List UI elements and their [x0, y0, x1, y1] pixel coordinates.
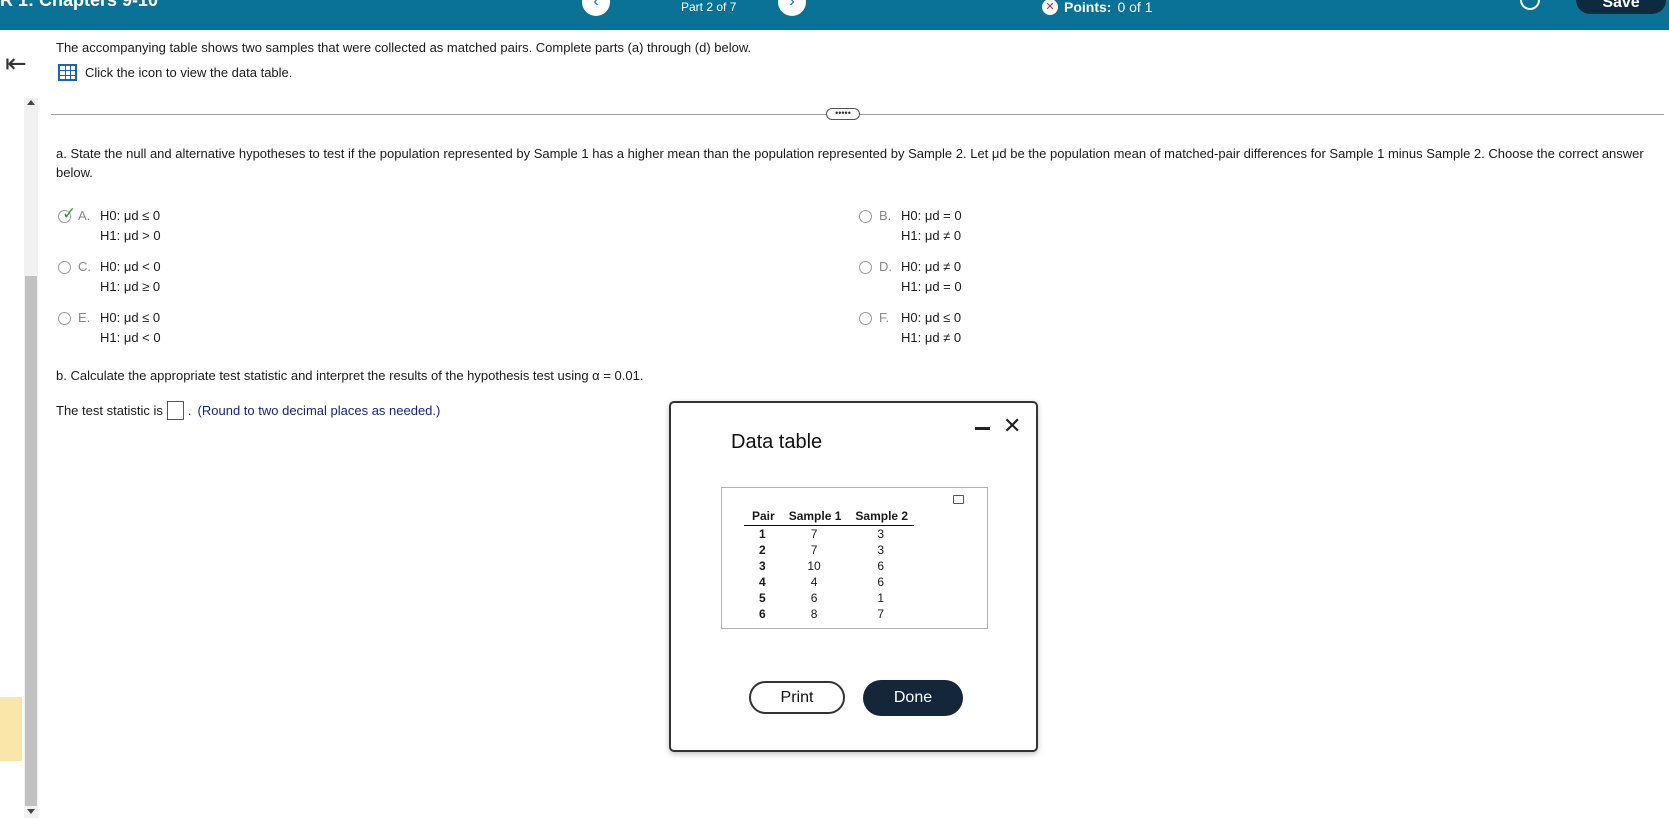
top-bar: R 1: Chapters 9-10 ‹ Part 2 of 7 › ✕ Poi…	[0, 0, 1669, 30]
data-table: Pair Sample 1 Sample 2 1 7 3 2 7 3 3 10 …	[744, 508, 915, 622]
column-header-pair: Pair	[744, 508, 781, 526]
sample-1-cell: 7	[810, 526, 818, 541]
radio-f[interactable]	[859, 312, 872, 325]
question-intro: The accompanying table shows two samples…	[56, 40, 752, 55]
table-header-row: Pair Sample 1 Sample 2	[744, 508, 915, 526]
table-row: 6 8 7	[744, 606, 914, 622]
choice-null-hypothesis: H0: μd = 0	[901, 208, 962, 223]
sample-1-cell: 4	[810, 574, 818, 589]
sample-1-cell: 6	[810, 590, 818, 605]
choice-letter: E.	[78, 310, 91, 325]
choice-alternative-hypothesis: H1: μd ≠ 0	[901, 228, 962, 243]
close-icon[interactable]: ✕	[1003, 413, 1021, 439]
table-icon[interactable]	[58, 64, 77, 81]
done-button[interactable]: Done	[863, 680, 963, 716]
table-row: 1 7 3	[744, 525, 914, 542]
test-statistic-row: The test statistic is . (Round to two de…	[56, 401, 440, 420]
choice-letter: A.	[78, 208, 91, 223]
test-statistic-suffix: .	[187, 403, 192, 418]
round-note: (Round to two decimal places as needed.)	[197, 403, 441, 418]
choice-null-hypothesis: H0: μd ≤ 0	[100, 208, 161, 223]
pair-cell: 6	[759, 606, 766, 621]
radio-c[interactable]	[58, 261, 71, 274]
pair-cell: 3	[759, 558, 766, 573]
part-a-prompt: a. State the null and alternative hypoth…	[56, 146, 1644, 180]
assignment-title: R 1: Chapters 9-10	[0, 0, 159, 10]
side-marker	[0, 697, 22, 761]
part-indicator: Part 2 of 7	[681, 0, 737, 14]
radio-e[interactable]	[58, 312, 71, 325]
data-table-frame: Pair Sample 1 Sample 2 1 7 3 2 7 3 3 10 …	[721, 487, 988, 629]
table-row: 5 6 1	[744, 590, 914, 606]
choice-alternative-hypothesis: H1: μd < 0	[100, 330, 161, 345]
dialog-title: Data table	[731, 431, 823, 453]
sample-1-cell: 7	[810, 542, 818, 557]
choice-alternative-hypothesis: H1: μd ≠ 0	[901, 330, 962, 345]
sample-2-cell: 6	[877, 574, 885, 589]
print-button[interactable]: Print	[749, 681, 845, 714]
data-table-link[interactable]: Click the icon to view the data table.	[58, 64, 292, 81]
data-table-dialog: Data table ✕ Pair Sample 1 Sample 2 1 7 …	[669, 401, 1038, 752]
radio-d[interactable]	[859, 261, 872, 274]
points-value: 0 of 1	[1117, 0, 1153, 15]
sample-1-cell: 8	[810, 606, 818, 621]
column-header-sample-1: Sample 1	[780, 508, 848, 526]
choice-alternative-hypothesis: H1: μd ≥ 0	[100, 279, 161, 294]
choice-null-hypothesis: H0: μd ≠ 0	[901, 259, 962, 274]
points-label: Points:	[1064, 0, 1112, 15]
choice-null-hypothesis: H0: μd ≤ 0	[100, 310, 161, 325]
save-button[interactable]: Save	[1576, 0, 1666, 14]
choice-letter: C.	[78, 259, 91, 274]
test-statistic-input[interactable]	[166, 401, 184, 420]
sample-2-cell: 6	[877, 558, 885, 573]
data-table-link-text[interactable]: Click the icon to view the data table.	[85, 65, 292, 80]
pair-cell: 1	[759, 526, 766, 541]
scrollbar-thumb[interactable]	[25, 276, 37, 806]
part-b-prompt: b. Calculate the appropriate test statis…	[56, 368, 644, 383]
sample-2-cell: 7	[877, 606, 885, 621]
table-row: 3 10 6	[744, 558, 914, 574]
collapse-panel-icon[interactable]: ⇤	[5, 50, 27, 76]
choice-letter: F.	[879, 310, 890, 325]
checkmark-icon: ✓	[62, 204, 77, 223]
more-options-button[interactable]: •••••	[826, 108, 860, 120]
sample-1-cell: 10	[807, 558, 821, 573]
minimize-icon[interactable]	[975, 427, 990, 430]
incorrect-icon: ✕	[1042, 0, 1058, 15]
pair-cell: 2	[759, 542, 766, 557]
pair-cell: 4	[759, 574, 766, 589]
points-display: ✕ Points: 0 of 1	[1042, 0, 1152, 15]
choice-null-hypothesis: H0: μd < 0	[100, 259, 161, 274]
sample-2-cell: 3	[877, 542, 885, 557]
choice-letter: D.	[879, 259, 892, 274]
radio-b[interactable]	[859, 210, 872, 223]
choice-alternative-hypothesis: H1: μd = 0	[901, 279, 962, 294]
previous-part-button[interactable]: ‹	[582, 0, 610, 16]
choice-alternative-hypothesis: H1: μd > 0	[100, 228, 161, 243]
test-statistic-label: The test statistic is	[56, 403, 163, 418]
table-row: 2 7 3	[744, 542, 914, 558]
table-row: 4 4 6	[744, 574, 914, 590]
scroll-down-icon[interactable]	[27, 809, 35, 814]
choice-null-hypothesis: H0: μd ≤ 0	[901, 310, 962, 325]
column-header-sample-2: Sample 2	[847, 508, 915, 526]
sample-2-cell: 1	[877, 590, 885, 605]
scroll-up-icon[interactable]	[27, 100, 35, 105]
next-part-button[interactable]: ›	[778, 0, 806, 16]
sample-2-cell: 3	[877, 526, 885, 541]
choice-letter: B.	[879, 208, 892, 223]
copy-icon[interactable]	[953, 495, 964, 504]
help-icon[interactable]	[1520, 0, 1540, 10]
pair-cell: 5	[759, 590, 766, 605]
